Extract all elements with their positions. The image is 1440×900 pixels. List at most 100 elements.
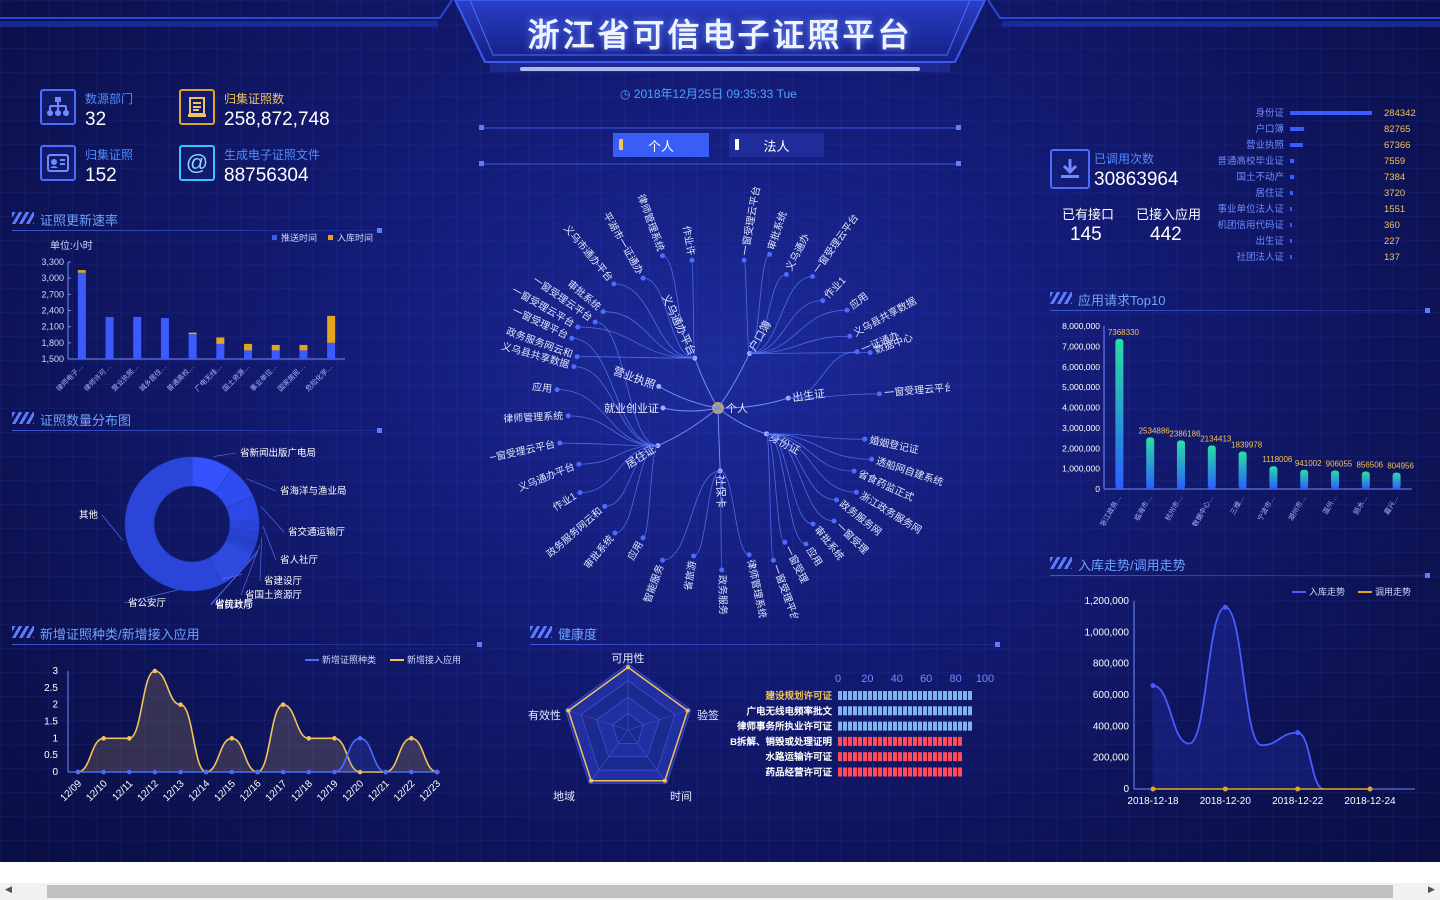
bar-segment (948, 721, 952, 731)
scrollbar-thumb[interactable] (47, 885, 1393, 898)
bar-segment (933, 736, 937, 746)
top10-value-label: 941002 (1295, 459, 1322, 468)
bar-segment (878, 721, 882, 731)
tab-frame (479, 125, 961, 166)
cert-type-name: 户口簿 (1255, 123, 1284, 135)
y-tick-label: 1.5 (44, 717, 58, 728)
cert-type-value: 227 (1384, 236, 1400, 247)
series-point (152, 769, 158, 775)
bar-store-time (271, 344, 280, 351)
y-tick-label: 0 (1095, 484, 1100, 494)
bar-segment (948, 691, 952, 700)
bar-segment (868, 691, 872, 700)
x-tick-label: 0 (835, 673, 841, 685)
bar-segment (878, 752, 882, 762)
bar-store-time (77, 270, 86, 273)
x-tick-label: 宁波市… (1255, 494, 1277, 523)
bar-segment (963, 706, 967, 716)
bar-segment (928, 721, 932, 731)
bar-segment (903, 706, 907, 716)
tree-leaf-node (691, 553, 697, 559)
bar-segment (883, 767, 887, 777)
cert-type-bar (1290, 159, 1295, 163)
x-tick-label: 12/23 (418, 778, 444, 804)
series-point (1150, 786, 1156, 792)
bar-segment (848, 691, 852, 700)
y-tick-label: 0 (52, 767, 58, 778)
cert-type-name: 营业执照 (1246, 139, 1285, 151)
legend-swatch (328, 235, 333, 240)
y-tick-label: 1,000,000 (1062, 464, 1100, 474)
tree-leaf-link (557, 389, 658, 447)
y-tick-label: 1,800 (41, 338, 64, 348)
bar-segment (923, 767, 927, 777)
bar-segment (898, 721, 902, 731)
bar-segment (863, 706, 867, 716)
tree-leaf-node (853, 489, 859, 495)
bar-segment (948, 706, 952, 716)
bar-segment (958, 691, 962, 700)
tree-leaf-label: 律师管理系统 (503, 409, 564, 425)
scroll-right-arrow-icon[interactable]: ▶ (1428, 884, 1435, 895)
bar-segment (883, 721, 887, 731)
top10-bar (1269, 466, 1278, 489)
y-tick-label: 1,500 (41, 354, 64, 364)
x-tick-label: 2018-12-20 (1200, 796, 1252, 807)
document-stack-icon (179, 89, 215, 125)
series-point (1295, 730, 1301, 736)
stat-value-files: 88756304 (224, 165, 309, 186)
bar-segment (953, 752, 957, 762)
series-point (229, 769, 235, 775)
bar-segment (888, 767, 892, 777)
bar-segment (908, 767, 912, 777)
scroll-left-arrow-icon[interactable]: ◀ (5, 884, 12, 895)
slice-label: 其他 (79, 509, 99, 521)
slice-label: 省人社厅 (280, 554, 319, 566)
tree-leaf-node (831, 518, 837, 524)
tree-leaf-node (876, 391, 882, 397)
bar-segment (938, 767, 942, 777)
bar-segment (908, 721, 912, 731)
calls-label: 已调用次数 (1094, 152, 1155, 166)
cert-type-value: 137 (1384, 252, 1400, 263)
bar-segment (873, 752, 877, 762)
top10-bar (1392, 472, 1401, 489)
tree-leaf-label: 婚姻登记证 (868, 433, 920, 456)
x-tick-label: 12/14 (187, 778, 213, 804)
x-tick-label: 城乡居住… (137, 362, 168, 393)
x-tick-label: 12/22 (392, 778, 418, 804)
stat-label-departments: 数源部门 (85, 92, 134, 106)
tree-leaf-node (574, 354, 580, 360)
tree-leaf-node (660, 253, 666, 259)
bar-store-time (188, 332, 197, 335)
section-trend: 入库走势/调用走势 (1050, 555, 1430, 578)
health-bar-chart: 0 20 40 60 80 100 建设规划许可证广电无线电频率批文律师事务所执业许可证 B拆… (730, 673, 994, 779)
tree-leaf-node (660, 557, 666, 563)
cert-type-bar (1290, 255, 1292, 259)
tree-branch-label: 营业执照 (611, 363, 657, 391)
tab-personal[interactable]: 个人 (613, 133, 709, 157)
bar-segment (858, 691, 862, 700)
bar-segment (873, 721, 877, 731)
cert-type-bar (1290, 207, 1292, 211)
y-tick-label: 2.5 (44, 683, 58, 694)
bar-segment (938, 691, 942, 700)
tree-leaf-node (862, 436, 868, 442)
cert-type-name: 身份证 (1255, 107, 1284, 119)
tree-leaf-label: 一窗受理云平台 (884, 380, 950, 399)
bar-segment (938, 736, 942, 746)
bar-segment (858, 706, 862, 716)
x-tick-label: 浙江政务… (1098, 494, 1123, 527)
y-tick-label: 3,000 (41, 273, 64, 283)
series-point (203, 769, 209, 775)
legend-label: 入库走势 (1309, 586, 1345, 597)
tree-leaf-node (844, 307, 850, 313)
bar-segment (943, 736, 947, 746)
series-point (126, 736, 132, 741)
tree-leaf-node (577, 490, 583, 496)
id-card-icon (40, 145, 76, 181)
tree-leaf-label: 义乌通办平台 (516, 460, 577, 495)
top10-bar (1146, 437, 1155, 489)
bar-segment (923, 721, 927, 731)
tab-legal[interactable]: 法人 (729, 133, 824, 157)
